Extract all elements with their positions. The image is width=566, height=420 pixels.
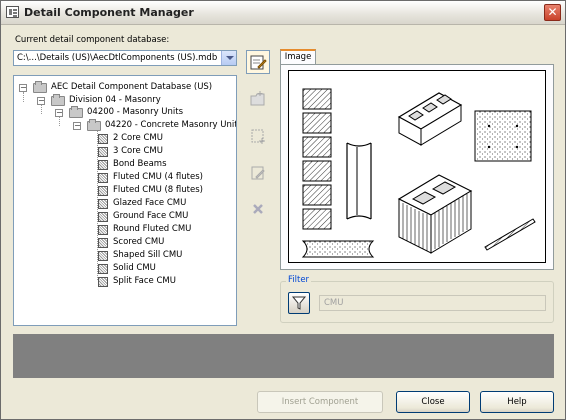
add-component-button[interactable]: [246, 125, 270, 149]
component-block-icon: [98, 225, 108, 235]
component-block-icon: [98, 186, 108, 196]
close-window-button[interactable]: ✕: [544, 4, 561, 21]
component-block-icon: [98, 264, 108, 274]
filter-legend: Filter: [286, 275, 312, 285]
tree-leaf-label: Scored CMU: [113, 237, 165, 247]
tree-leaf[interactable]: Fluted CMU (8 flutes): [98, 185, 233, 197]
tree-leaf-label: Glazed Face CMU: [113, 198, 187, 208]
filter-input[interactable]: CMU: [319, 295, 546, 311]
delete-icon: [253, 204, 263, 214]
tree-leaf[interactable]: Split Face CMU: [98, 276, 233, 288]
tree-node-group[interactable]: − 04200 - Masonry Units: [55, 106, 235, 119]
component-block-icon: [98, 277, 108, 287]
tree-node-division[interactable]: − Division 04 - Masonry: [37, 94, 232, 107]
title-bar[interactable]: Detail Component Manager ✕: [1, 1, 565, 25]
description-area: [13, 334, 554, 378]
cmu-drawing-icon: [301, 31, 536, 258]
help-button[interactable]: Help: [480, 391, 554, 413]
collapse-icon[interactable]: −: [55, 109, 63, 117]
tree-leaf-label: Fluted CMU (8 flutes): [113, 185, 203, 195]
collapse-icon[interactable]: −: [73, 122, 81, 130]
tree-leaf[interactable]: Round Fluted CMU: [98, 224, 233, 236]
component-block-icon: [98, 160, 108, 170]
tree-node-root[interactable]: − AEC Detail Component Database (US): [19, 81, 234, 94]
tree-leaf[interactable]: Ground Face CMU: [98, 211, 233, 223]
add-group-button[interactable]: [246, 88, 270, 112]
tree-node-label: Division 04 - Masonry: [69, 95, 161, 105]
tree-leaf-label: Solid CMU: [113, 263, 156, 273]
tree-leaf-label: Shaped Sill CMU: [113, 250, 183, 260]
component-preview-image: [288, 31, 546, 263]
tree-leaf[interactable]: 3 Core CMU: [98, 146, 233, 158]
new-component-icon: [251, 129, 265, 144]
detail-component-manager-window: Detail Component Manager ✕ Current detai…: [0, 0, 566, 420]
component-block-icon: [98, 238, 108, 248]
edit-icon: [251, 166, 265, 180]
folder-add-icon: [250, 91, 265, 106]
tree-node-subgroup[interactable]: − 04220 - Concrete Masonry Units: [73, 119, 237, 132]
delete-component-button[interactable]: [246, 198, 270, 222]
database-path: C:\...\Details (US)\AecDtlComponents (US…: [17, 53, 218, 63]
tree-leaf-label: 2 Core CMU: [113, 133, 163, 143]
tree-leaf[interactable]: Scored CMU: [98, 237, 233, 249]
collapse-icon[interactable]: −: [37, 97, 45, 105]
image-tab-panel: [280, 31, 554, 270]
folder-open-icon: [33, 81, 47, 93]
tree-leaf[interactable]: 2 Core CMU: [98, 133, 233, 145]
database-combobox[interactable]: C:\...\Details (US)\AecDtlComponents (US…: [13, 50, 237, 66]
funnel-icon: [291, 296, 307, 310]
database-label: Current detail component database:: [15, 35, 170, 45]
folder-open-icon: [87, 119, 101, 131]
tree-leaf-label: Round Fluted CMU: [113, 224, 192, 234]
tree-leaf-label: Bond Beams: [113, 159, 167, 169]
component-block-icon: [98, 212, 108, 222]
tree-leaf-label: Ground Face CMU: [113, 211, 189, 221]
component-block-icon: [98, 199, 108, 209]
app-icon: [6, 6, 19, 18]
tree-leaf[interactable]: Bond Beams: [98, 159, 233, 171]
component-tree[interactable]: − AEC Detail Component Database (US) − D…: [13, 75, 237, 326]
chevron-down-icon[interactable]: [221, 51, 236, 65]
tree-leaf[interactable]: Fluted CMU (4 flutes): [98, 172, 233, 184]
tree-node-label: 04220 - Concrete Masonry Units: [105, 120, 237, 130]
edit-database-button[interactable]: [246, 50, 270, 74]
filter-toggle-button[interactable]: [288, 292, 310, 314]
tree-leaf[interactable]: Shaped Sill CMU: [98, 250, 233, 262]
tree-leaf-label: Fluted CMU (4 flutes): [113, 172, 203, 182]
insert-component-button[interactable]: Insert Component: [257, 391, 383, 413]
folder-open-icon: [69, 106, 83, 118]
close-button[interactable]: Close: [396, 391, 470, 413]
tree-leaf-label: Split Face CMU: [113, 276, 176, 286]
component-block-icon: [98, 173, 108, 183]
window-title: Detail Component Manager: [24, 6, 194, 19]
collapse-icon[interactable]: −: [19, 84, 27, 92]
component-block-icon: [98, 147, 108, 157]
tree-leaf-label: 3 Core CMU: [113, 146, 163, 156]
tree-node-label: AEC Detail Component Database (US): [51, 82, 213, 92]
tab-image[interactable]: Image: [280, 49, 316, 65]
component-block-icon: [98, 134, 108, 144]
tree-leaf[interactable]: Glazed Face CMU: [98, 198, 233, 210]
component-block-icon: [98, 251, 108, 261]
folder-open-icon: [51, 94, 65, 106]
edit-component-button[interactable]: [246, 162, 270, 186]
edit-database-icon: [250, 55, 267, 70]
tree-node-label: 04200 - Masonry Units: [87, 107, 184, 117]
tree-leaf[interactable]: Solid CMU: [98, 263, 233, 275]
